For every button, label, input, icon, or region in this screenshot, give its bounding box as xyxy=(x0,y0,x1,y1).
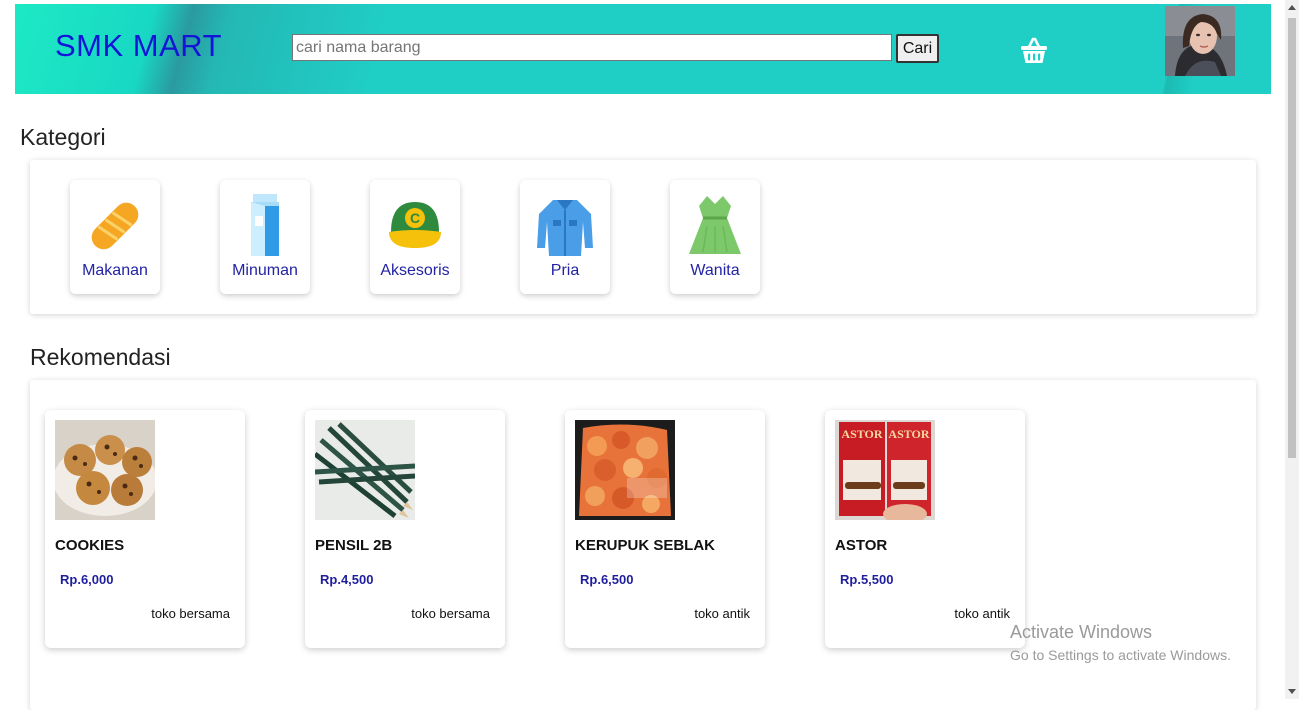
category-wanita[interactable]: Wanita xyxy=(670,180,760,294)
milk-carton-icon xyxy=(251,194,279,256)
vertical-scrollbar[interactable] xyxy=(1285,0,1299,699)
watermark-subtitle: Go to Settings to activate Windows. xyxy=(1010,647,1231,663)
kategori-panel: Makanan Minuman C Aksesoris Pria Wanita xyxy=(30,160,1256,314)
category-aksesoris[interactable]: C Aksesoris xyxy=(370,180,460,294)
svg-text:C: C xyxy=(410,210,420,226)
product-price: Rp.5,500 xyxy=(840,572,894,587)
category-makanan[interactable]: Makanan xyxy=(70,180,160,294)
category-label: Makanan xyxy=(82,262,148,279)
svg-text:ASTOR: ASTOR xyxy=(888,427,929,441)
shopping-basket-icon[interactable] xyxy=(1019,35,1049,65)
activate-windows-watermark: Activate Windows Go to Settings to activ… xyxy=(1010,622,1231,663)
product-card[interactable]: COOKIES Rp.6,000 toko bersama xyxy=(45,410,245,648)
category-minuman[interactable]: Minuman xyxy=(220,180,310,294)
category-label: Minuman xyxy=(232,262,298,279)
product-card[interactable]: KERUPUK SEBLAK Rp.6,500 toko antik xyxy=(565,410,765,648)
search-input[interactable] xyxy=(292,34,892,61)
product-store: toko bersama xyxy=(151,606,230,621)
product-store: toko bersama xyxy=(411,606,490,621)
product-store: toko antik xyxy=(954,606,1010,621)
scroll-up-arrow-icon[interactable] xyxy=(1285,0,1299,16)
watermark-title: Activate Windows xyxy=(1010,622,1153,642)
search-button[interactable]: Cari xyxy=(896,34,939,63)
astor-image: ASTOR ASTOR xyxy=(835,420,935,520)
shirt-icon xyxy=(537,200,593,256)
product-store: toko antik xyxy=(694,606,750,621)
kategori-title: Kategori xyxy=(20,124,106,150)
product-name: KERUPUK SEBLAK xyxy=(575,537,716,554)
cookies-image xyxy=(55,420,155,520)
product-price: Rp.6,500 xyxy=(580,572,634,587)
product-name: ASTOR xyxy=(835,537,888,554)
header: SMK MART Cari xyxy=(15,4,1271,94)
brand-logo[interactable]: SMK MART xyxy=(55,28,222,64)
product-name: PENSIL 2B xyxy=(315,537,393,554)
product-name: COOKIES xyxy=(55,537,125,554)
category-label: Pria xyxy=(550,262,580,279)
scroll-down-arrow-icon[interactable] xyxy=(1285,683,1299,699)
product-price: Rp.6,000 xyxy=(60,572,114,587)
avatar[interactable] xyxy=(1165,6,1235,76)
svg-text:ASTOR: ASTOR xyxy=(841,427,882,441)
product-price: Rp.4,500 xyxy=(320,572,374,587)
product-card[interactable]: PENSIL 2B Rp.4,500 toko bersama xyxy=(305,410,505,648)
bread-icon xyxy=(91,202,139,250)
dress-icon xyxy=(689,196,741,254)
category-label: Wanita xyxy=(690,262,740,279)
scrollbar-thumb[interactable] xyxy=(1288,18,1296,458)
product-card[interactable]: ASTOR ASTOR ASTOR Rp.5,500 toko antik xyxy=(825,410,1025,648)
category-label: Aksesoris xyxy=(380,262,450,279)
rekomendasi-title: Rekomendasi xyxy=(30,344,171,370)
kerupuk-image xyxy=(575,420,675,520)
cap-icon: C xyxy=(389,202,441,248)
category-pria[interactable]: Pria xyxy=(520,180,610,294)
pencils-image xyxy=(315,420,415,520)
page: SMK MART Cari Kategori xyxy=(0,0,1285,710)
